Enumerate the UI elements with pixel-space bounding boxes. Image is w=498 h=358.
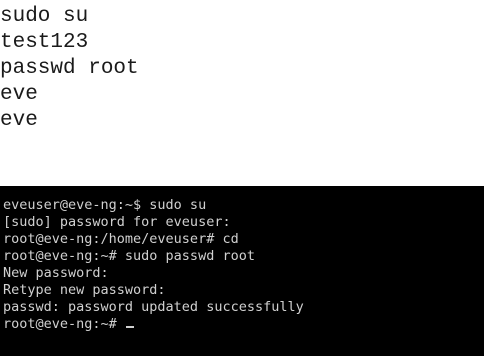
snippet-line-retype-password: eve	[0, 109, 38, 132]
terminal-line: root@eve-ng:/home/eveuser# cd	[3, 231, 239, 247]
snippet-line-passwd-root: passwd root	[0, 57, 139, 80]
terminal-line: root@eve-ng:~# sudo passwd root	[3, 248, 255, 264]
terminal-cursor	[125, 326, 134, 328]
snippet-line-password: test123	[0, 31, 89, 54]
terminal-line: passwd: password updated successfully	[3, 299, 304, 315]
terminal-line: New password:	[3, 265, 109, 281]
terminal-window[interactable]: eveuser@eve-ng:~$ sudo su [sudo] passwor…	[0, 186, 484, 356]
terminal-prompt: root@eve-ng:~#	[3, 316, 125, 332]
terminal-line: [sudo] password for eveuser:	[3, 214, 231, 230]
terminal-prompt-line[interactable]: root@eve-ng:~#	[3, 316, 484, 333]
command-snippet: sudo su test123 passwd root eve eve	[0, 4, 139, 134]
snippet-line-sudo-su: sudo su	[0, 5, 89, 28]
snippet-line-new-password: eve	[0, 83, 38, 106]
terminal-line: Retype new password:	[3, 282, 166, 298]
terminal-line: eveuser@eve-ng:~$ sudo su	[3, 197, 207, 213]
